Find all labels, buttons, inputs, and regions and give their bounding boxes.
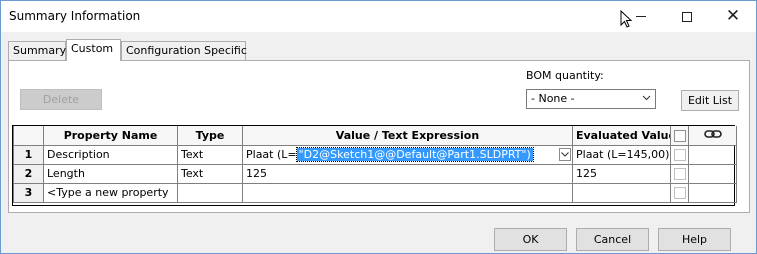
value-cell[interactable]: 125 [242, 163, 573, 184]
value-text: Plaat (L= [246, 148, 297, 161]
value-header: Value / Text Expression [242, 126, 573, 146]
ok-button[interactable]: OK [494, 228, 567, 251]
checkbox-cell [670, 163, 689, 184]
link-icon[interactable] [703, 128, 722, 143]
tab-configuration-specific[interactable]: Configuration Specific [121, 41, 247, 60]
table-row: 3 <Type a new property [13, 182, 737, 203]
minimize-button[interactable] [618, 1, 664, 32]
evaluated-value-cell [572, 182, 671, 203]
select-all-checkbox[interactable] [674, 129, 686, 142]
link-cell [688, 144, 737, 165]
tab-bar: Summary Custom Configuration Specific [1, 32, 756, 61]
property-name-cell[interactable]: Description [43, 144, 178, 165]
tab-custom[interactable]: Custom [66, 39, 121, 61]
evaluated-value-cell: 125 [572, 163, 671, 184]
link-cell [688, 163, 737, 184]
evaluated-value-cell: Plaat (L=145,00) [572, 144, 671, 165]
summary-information-dialog: Summary Information ✕ Summary Custom Con… [0, 0, 757, 254]
table-row: 1 Description Text Plaat (L= "D2@Sketch1@… [13, 144, 737, 165]
type-header: Type [177, 126, 243, 146]
bom-quantity-value: - None - [531, 92, 575, 105]
checkbox-cell [670, 182, 689, 203]
value-cell[interactable] [242, 182, 573, 203]
delete-button[interactable]: Delete [20, 89, 102, 110]
row-number: 3 [13, 182, 44, 203]
close-button[interactable]: ✕ [710, 1, 756, 32]
value-cell[interactable]: Plaat (L= "D2@Sketch1@@Default@Part1.SLDP… [242, 144, 573, 165]
row-number: 2 [13, 163, 44, 184]
row-checkbox[interactable] [674, 149, 686, 161]
custom-properties-grid: Property Name Type Value / Text Expressi… [12, 125, 737, 206]
value-selected-text: "D2@Sketch1@@Default@Part1.SLDPRT") [295, 147, 534, 162]
type-cell[interactable]: Text [177, 144, 243, 165]
maximize-button[interactable] [664, 1, 710, 32]
type-cell[interactable]: Text [177, 163, 243, 184]
close-icon: ✕ [725, 6, 741, 26]
link-header [688, 126, 737, 146]
checkbox-header [670, 126, 689, 146]
chevron-down-icon [642, 95, 651, 101]
new-property-cell[interactable]: <Type a new property [43, 182, 178, 203]
tab-summary[interactable]: Summary [8, 41, 66, 60]
minimize-icon [636, 16, 646, 17]
maximize-icon [682, 11, 692, 22]
link-cell [688, 182, 737, 203]
row-number: 1 [13, 144, 44, 165]
property-name-cell[interactable]: Length [43, 163, 178, 184]
value-dropdown-button[interactable] [559, 147, 571, 161]
row-checkbox[interactable] [674, 168, 686, 180]
chevron-down-icon [561, 151, 569, 157]
type-cell[interactable] [177, 182, 243, 203]
checkbox-cell [670, 144, 689, 165]
bom-quantity-select[interactable]: - None - [526, 89, 656, 109]
row-checkbox[interactable] [674, 187, 686, 199]
title-bar: Summary Information ✕ [1, 1, 756, 32]
table-row: 2 Length Text 125 125 [13, 163, 737, 184]
row-number-header [13, 126, 44, 146]
cancel-button[interactable]: Cancel [576, 228, 649, 251]
custom-tab-panel: Delete BOM quantity: - None - Edit List … [8, 60, 750, 213]
edit-list-button[interactable]: Edit List [681, 90, 739, 111]
property-name-header: Property Name [43, 126, 178, 146]
help-button[interactable]: Help [658, 228, 731, 251]
bom-quantity-label: BOM quantity: [526, 69, 604, 82]
evaluated-value-header: Evaluated Value [572, 126, 671, 146]
grid-header-row: Property Name Type Value / Text Expressi… [13, 126, 737, 146]
window-title: Summary Information [9, 9, 141, 23]
